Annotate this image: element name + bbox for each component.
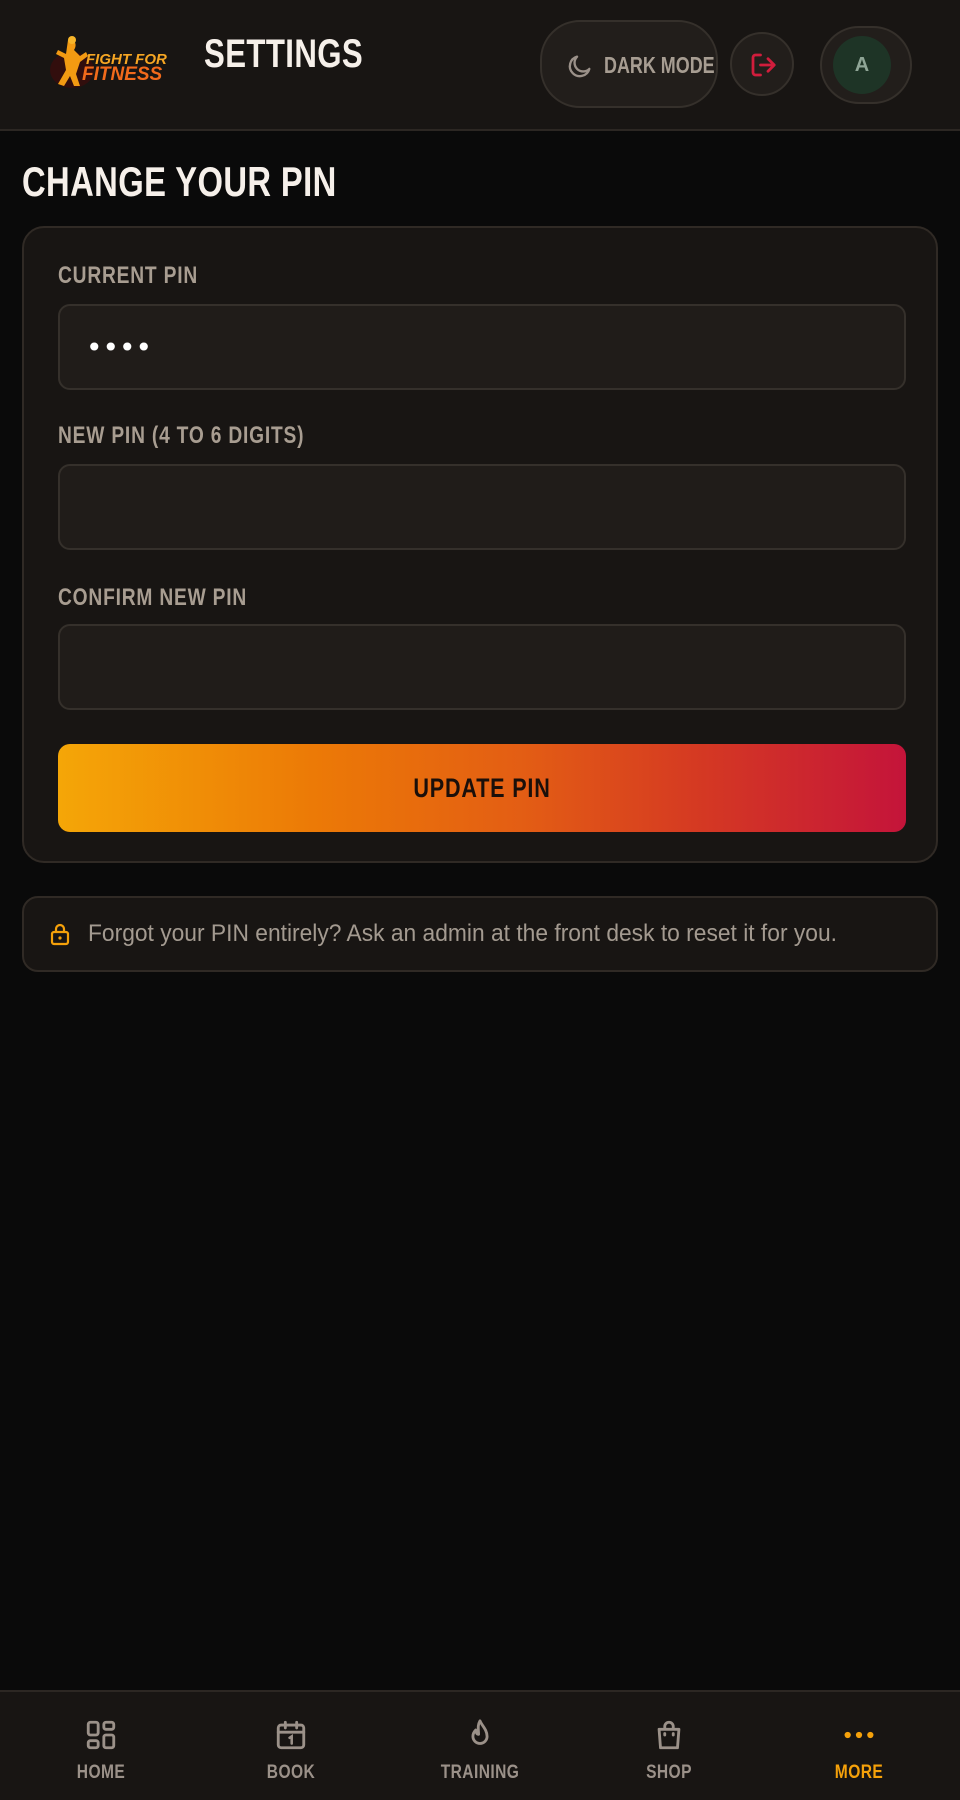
- confirm-pin-label: CONFIRM NEW PIN: [58, 584, 248, 611]
- lock-icon: [50, 923, 70, 946]
- nav-label-book: BOOK: [266, 1762, 316, 1783]
- forgot-pin-notice: Forgot your PIN entirely? Ask an admin a…: [22, 896, 938, 972]
- new-pin-input[interactable]: [58, 464, 906, 550]
- logo-text-bottom: FITNESS: [82, 64, 163, 85]
- update-pin-label: UPDATE PIN: [413, 772, 551, 803]
- avatar: A: [833, 36, 891, 94]
- logout-button[interactable]: [730, 32, 794, 96]
- logout-icon: [751, 53, 776, 77]
- moon-icon: [568, 55, 591, 78]
- change-pin-form: CURRENT PIN NEW PIN (4 TO 6 DIGITS) CONF…: [22, 226, 938, 863]
- nav-item-book[interactable]: BOOK: [196, 1692, 386, 1800]
- new-pin-label: NEW PIN (4 TO 6 DIGITS): [58, 422, 305, 449]
- nav-item-shop[interactable]: SHOP: [574, 1692, 764, 1800]
- nav-item-training[interactable]: TRAINING: [385, 1692, 575, 1800]
- page-title: SETTINGS: [204, 32, 364, 76]
- brand-logo[interactable]: FIGHT FOR FITNESS: [46, 34, 168, 92]
- shopping-bag-icon: [657, 1720, 681, 1750]
- current-pin-input[interactable]: [58, 304, 906, 390]
- confirm-pin-input[interactable]: [58, 624, 906, 710]
- nav-label-home: HOME: [76, 1762, 126, 1783]
- current-pin-label: CURRENT PIN: [58, 262, 199, 289]
- nav-label-more: MORE: [834, 1762, 884, 1783]
- account-menu[interactable]: A: [820, 26, 912, 104]
- top-header: FIGHT FOR FITNESS SETTINGS DARK MODE A: [0, 0, 960, 131]
- forgot-pin-text: Forgot your PIN entirely? Ask an admin a…: [88, 920, 837, 947]
- more-dots-icon: [844, 1731, 874, 1739]
- nav-label-training: TRAINING: [440, 1762, 520, 1783]
- nav-label-shop: SHOP: [646, 1762, 692, 1783]
- bottom-nav: HOME BOOK TRAINING SHOP MORE: [0, 1690, 960, 1800]
- dark-mode-toggle[interactable]: DARK MODE: [540, 20, 718, 108]
- update-pin-button[interactable]: UPDATE PIN: [58, 744, 906, 832]
- calendar-icon: [276, 1720, 306, 1750]
- section-title: CHANGE YOUR PIN: [22, 158, 337, 205]
- nav-item-home[interactable]: HOME: [6, 1692, 196, 1800]
- dark-mode-label: DARK MODE: [604, 52, 715, 78]
- nav-item-more[interactable]: MORE: [764, 1692, 954, 1800]
- flame-icon: [471, 1719, 489, 1745]
- grid-icon: [86, 1720, 116, 1750]
